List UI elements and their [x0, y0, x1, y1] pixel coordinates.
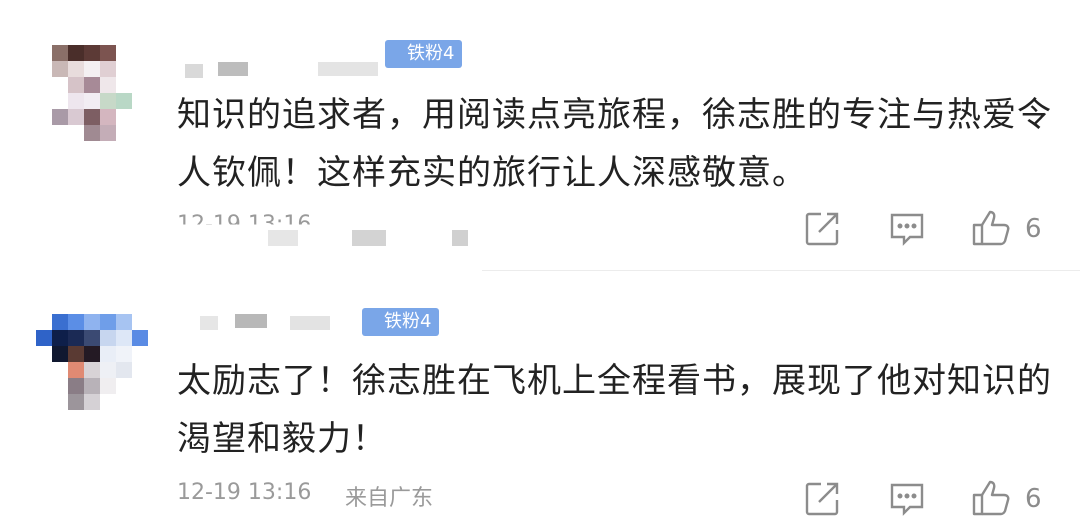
- meta-redacted: [352, 230, 386, 246]
- comment-time: 12-19 13:16: [177, 480, 312, 505]
- thumbs-up-icon[interactable]: [970, 478, 1012, 518]
- avatar[interactable]: [36, 312, 152, 428]
- comment-location: 来自广东: [345, 486, 434, 511]
- username-redacted[interactable]: [235, 314, 267, 328]
- username-redacted[interactable]: [185, 64, 203, 78]
- username-redacted[interactable]: [218, 62, 248, 76]
- comment-icon[interactable]: [888, 211, 926, 247]
- like-count: 6: [1025, 484, 1042, 514]
- comment-item: 铁粉4 知识的追求者，用阅读点亮旅程，徐志胜的专注与热爱令人钦佩！这样充实的旅行…: [0, 0, 1080, 270]
- fan-badge: 铁粉4: [385, 40, 463, 68]
- share-icon[interactable]: [803, 480, 841, 518]
- like-count: 6: [1025, 214, 1042, 244]
- fan-badge: 铁粉4: [362, 308, 440, 336]
- share-icon[interactable]: [803, 210, 841, 248]
- comment-item: 铁粉4 太励志了！徐志胜在飞机上全程看书，展现了他对知识的渴望和毅力！ 12-1…: [0, 270, 1080, 516]
- thumbs-up-icon[interactable]: [970, 208, 1012, 248]
- avatar[interactable]: [36, 40, 152, 156]
- comment-text: 知识的追求者，用阅读点亮旅程，徐志胜的专注与热爱令人钦佩！这样充实的旅行让人深感…: [177, 95, 1052, 193]
- meta-redacted: [268, 230, 298, 246]
- meta-redacted: [452, 230, 468, 246]
- comment-icon[interactable]: [888, 481, 926, 517]
- comment-text: 太励志了！徐志胜在飞机上全程看书，展现了他对知识的渴望和毅力！: [177, 361, 1052, 459]
- username-redacted[interactable]: [290, 316, 330, 330]
- username-redacted[interactable]: [318, 62, 378, 76]
- username-redacted[interactable]: [200, 316, 218, 330]
